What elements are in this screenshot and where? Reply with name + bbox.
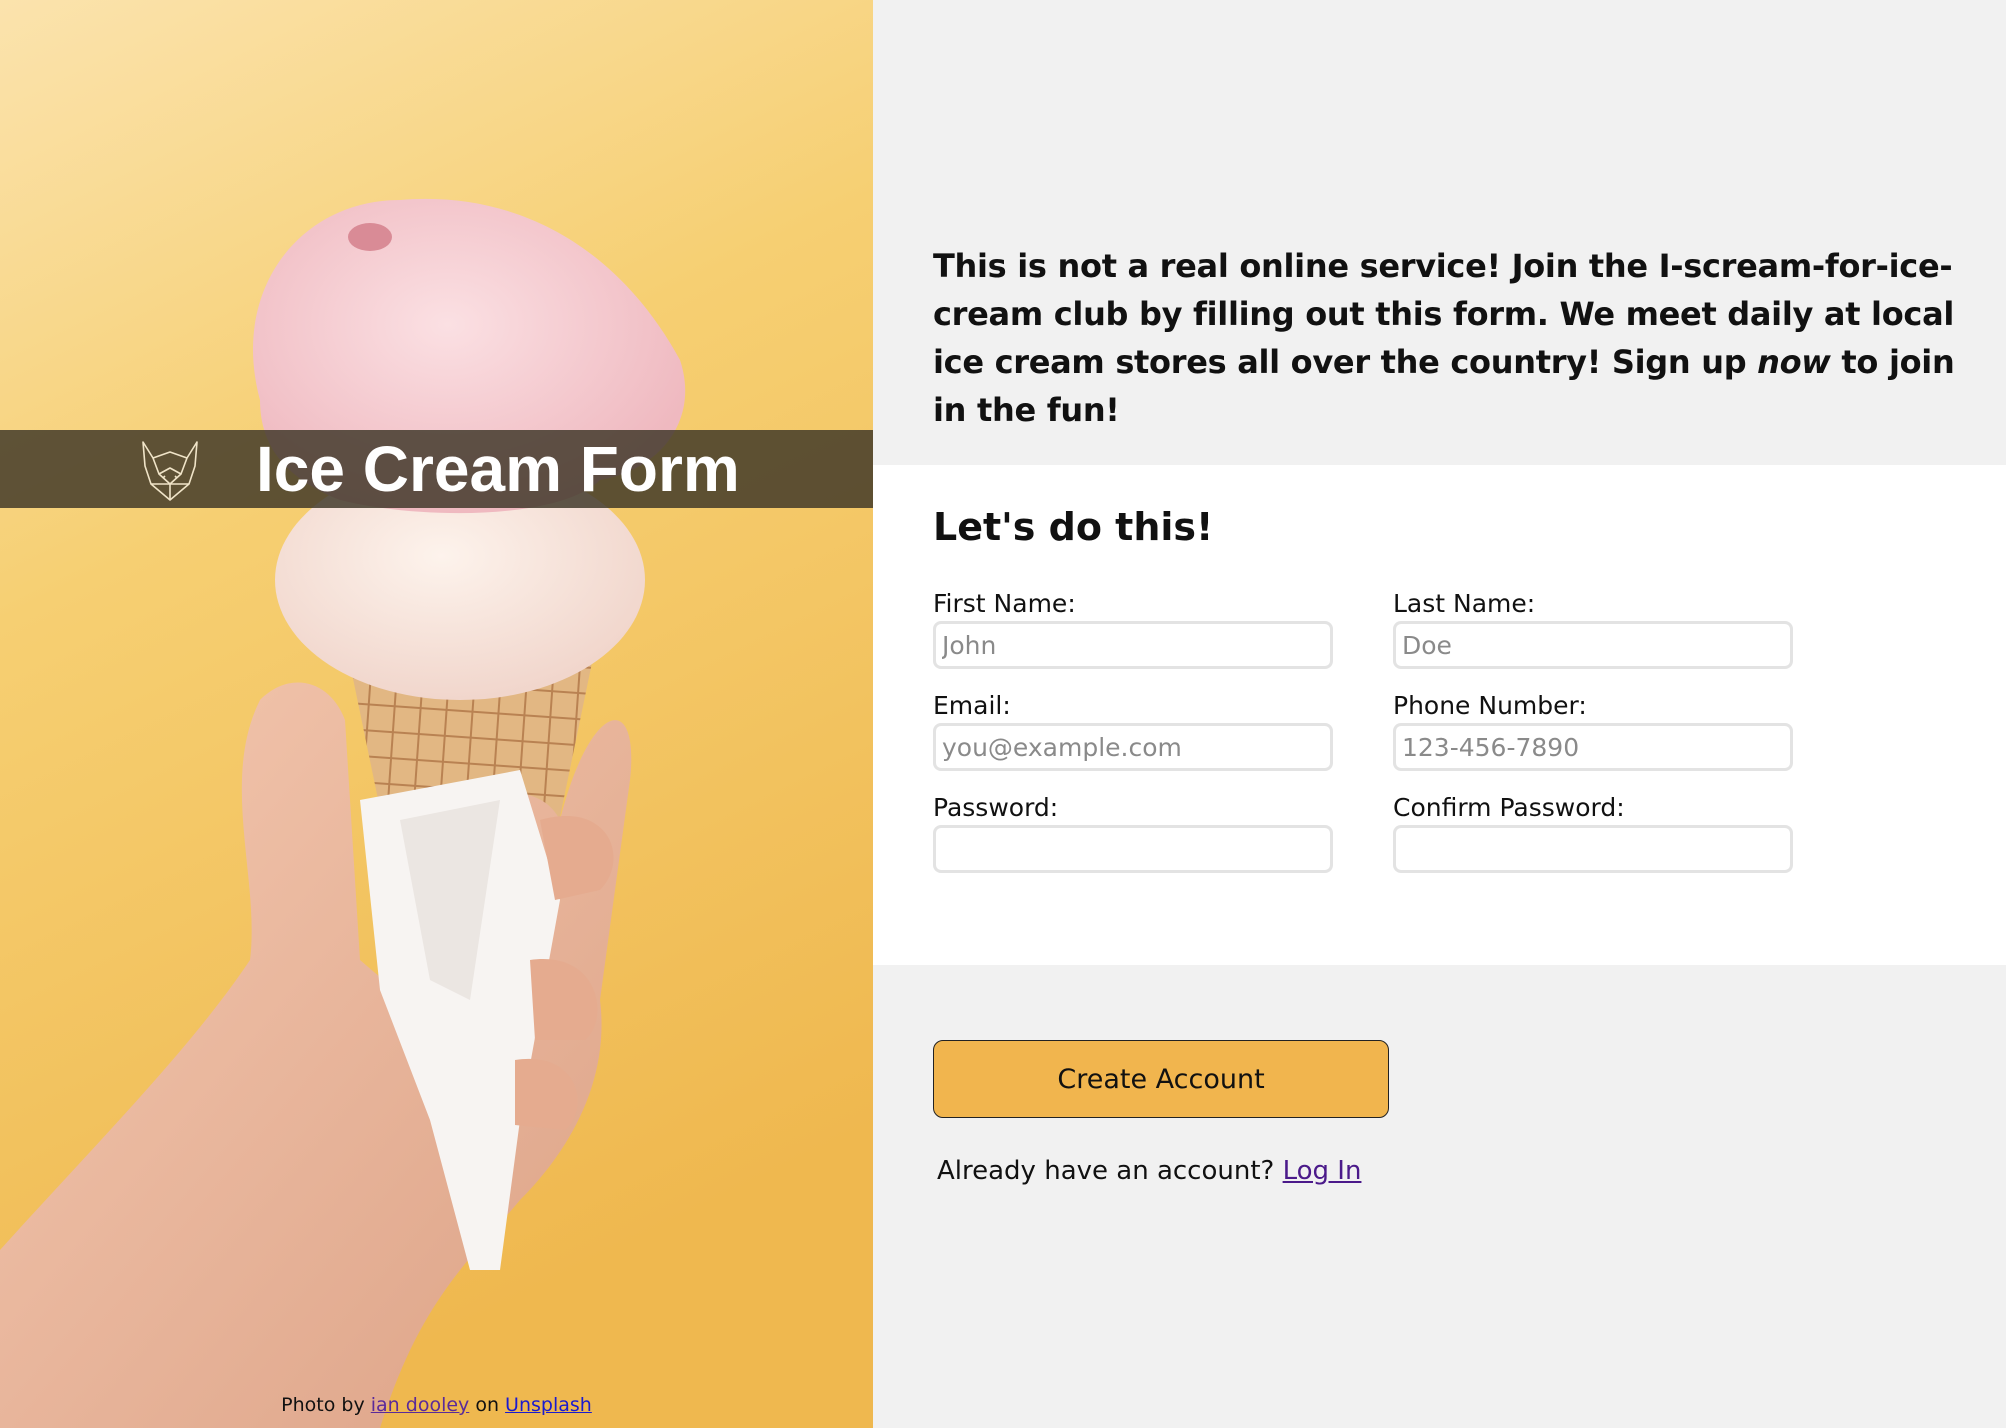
password-input[interactable] bbox=[933, 825, 1333, 873]
email-label: Email: bbox=[933, 691, 1011, 720]
login-link[interactable]: Log In bbox=[1283, 1156, 1362, 1186]
signup-form-section: Let's do this! First Name: Last Name: Em… bbox=[873, 465, 2006, 965]
confirm-password-group: Confirm Password: bbox=[1393, 793, 1793, 873]
phone-label: Phone Number: bbox=[1393, 691, 1587, 720]
signup-form: First Name: Last Name: Email: Phone Numb… bbox=[933, 589, 2006, 873]
intro-emphasis: now bbox=[1757, 343, 1831, 381]
form-heading: Let's do this! bbox=[933, 505, 1214, 549]
photo-credit-prefix: Photo by bbox=[281, 1394, 365, 1416]
brand-bar: Ice Cream Form bbox=[0, 430, 873, 508]
phone-group: Phone Number: bbox=[1393, 691, 1793, 771]
main-content: This is not a real online service! Join … bbox=[873, 0, 2006, 1428]
actions-section: Create Account Already have an account? … bbox=[873, 965, 2006, 1428]
photo-credit-middle: on bbox=[475, 1394, 499, 1416]
first-name-input[interactable] bbox=[933, 621, 1333, 669]
first-name-group: First Name: bbox=[933, 589, 1333, 669]
ice-cream-photo bbox=[0, 0, 873, 1428]
hero-image-panel: Ice Cream Form Photo by ian dooley on Un… bbox=[0, 0, 873, 1428]
create-account-button[interactable]: Create Account bbox=[933, 1040, 1389, 1118]
wolf-logo-icon bbox=[142, 441, 198, 501]
last-name-input[interactable] bbox=[1393, 621, 1793, 669]
login-prompt-text: Already have an account? bbox=[937, 1156, 1275, 1186]
intro-section: This is not a real online service! Join … bbox=[873, 0, 2006, 465]
first-name-label: First Name: bbox=[933, 589, 1076, 618]
brand-title: Ice Cream Form bbox=[256, 433, 740, 505]
login-prompt: Already have an account? Log In bbox=[933, 1156, 2006, 1186]
password-label: Password: bbox=[933, 793, 1059, 822]
photo-author-link[interactable]: ian dooley bbox=[371, 1394, 470, 1416]
confirm-password-input[interactable] bbox=[1393, 825, 1793, 873]
page: Ice Cream Form Photo by ian dooley on Un… bbox=[0, 0, 2006, 1428]
phone-input[interactable] bbox=[1393, 723, 1793, 771]
password-group: Password: bbox=[933, 793, 1333, 873]
last-name-label: Last Name: bbox=[1393, 589, 1536, 618]
confirm-password-label: Confirm Password: bbox=[1393, 793, 1625, 822]
photo-credit: Photo by ian dooley on Unsplash bbox=[0, 1394, 873, 1416]
last-name-group: Last Name: bbox=[1393, 589, 1793, 669]
email-input[interactable] bbox=[933, 723, 1333, 771]
email-group: Email: bbox=[933, 691, 1333, 771]
unsplash-link[interactable]: Unsplash bbox=[505, 1394, 592, 1416]
intro-text: This is not a real online service! Join … bbox=[933, 242, 1966, 434]
